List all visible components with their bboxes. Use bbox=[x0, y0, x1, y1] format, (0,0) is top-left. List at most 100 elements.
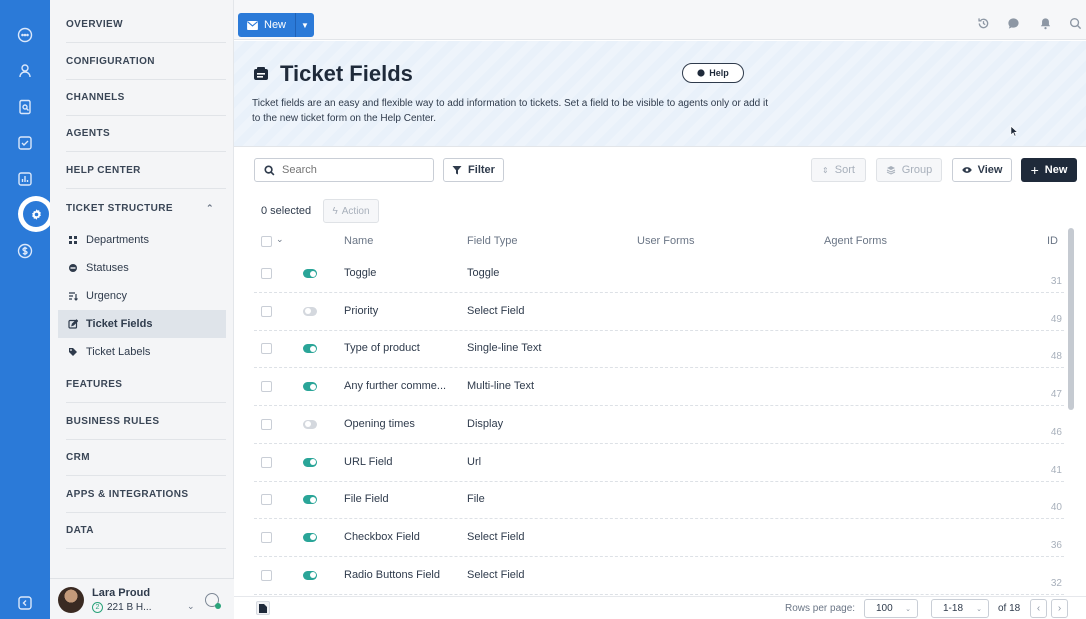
avatar[interactable] bbox=[58, 587, 84, 613]
row-checkbox[interactable] bbox=[261, 494, 272, 506]
row-checkbox[interactable] bbox=[261, 456, 272, 468]
tasks-icon[interactable] bbox=[14, 132, 36, 154]
billing-icon[interactable] bbox=[14, 240, 36, 262]
messages-icon[interactable] bbox=[1006, 16, 1020, 30]
nav-section-overview[interactable]: OVERVIEW bbox=[66, 7, 226, 43]
history-icon[interactable] bbox=[976, 16, 990, 30]
enabled-toggle[interactable] bbox=[303, 495, 317, 505]
field-name[interactable]: File Field bbox=[344, 493, 389, 505]
row-checkbox[interactable] bbox=[261, 268, 272, 279]
row-checkbox[interactable] bbox=[261, 418, 272, 430]
action-button[interactable]: ϟ Action bbox=[323, 199, 379, 223]
table-row[interactable]: Radio Buttons Field Select Field 32 bbox=[254, 557, 1064, 595]
field-type: Select Field bbox=[467, 304, 525, 317]
nav-item-departments[interactable]: Departments bbox=[58, 226, 226, 254]
export-icon[interactable] bbox=[256, 601, 270, 615]
search-input[interactable] bbox=[282, 164, 422, 176]
select-all-checkbox[interactable] bbox=[261, 236, 272, 247]
field-type: Single-line Text bbox=[467, 342, 542, 355]
table-row[interactable]: File Field File 40 bbox=[254, 481, 1064, 520]
search-icon[interactable] bbox=[1068, 16, 1082, 30]
filter-button[interactable]: Filter bbox=[443, 158, 504, 182]
enabled-toggle[interactable] bbox=[303, 532, 317, 542]
nav-section-help-center[interactable]: HELP CENTER bbox=[66, 153, 226, 189]
enabled-toggle[interactable] bbox=[303, 306, 317, 316]
nav-section-channels[interactable]: CHANNELS bbox=[66, 80, 226, 116]
enabled-toggle[interactable] bbox=[303, 382, 317, 392]
nav-section-crm[interactable]: CRM bbox=[66, 440, 226, 476]
table-row[interactable]: Priority Select Field 49 bbox=[254, 293, 1064, 331]
field-name[interactable]: Toggle bbox=[344, 267, 376, 279]
column-id[interactable]: ID bbox=[1047, 235, 1058, 247]
nav-section-business-rules[interactable]: BUSINESS RULES bbox=[66, 404, 226, 440]
new-ticket-main[interactable]: New bbox=[238, 13, 296, 37]
nav-item-ticket-fields[interactable]: Ticket Fields bbox=[58, 310, 226, 338]
enabled-toggle[interactable] bbox=[303, 570, 317, 580]
row-checkbox[interactable] bbox=[261, 381, 272, 393]
help-button[interactable]: Help bbox=[682, 63, 744, 83]
table-row[interactable]: Toggle Toggle 31 bbox=[254, 255, 1064, 293]
enabled-toggle[interactable] bbox=[303, 419, 317, 429]
new-field-button[interactable]: + New bbox=[1021, 158, 1077, 182]
table-scrollbar[interactable] bbox=[1068, 228, 1074, 410]
new-ticket-dropdown[interactable]: ▼ bbox=[296, 13, 314, 37]
sort-button[interactable]: ⇕ Sort bbox=[811, 158, 866, 182]
settings-icon[interactable] bbox=[18, 196, 54, 232]
field-name[interactable]: Radio Buttons Field bbox=[344, 569, 440, 581]
next-page-button[interactable]: › bbox=[1051, 599, 1068, 618]
table-row[interactable]: Checkbox Field Select Field 36 bbox=[254, 519, 1064, 557]
status-icon[interactable] bbox=[205, 593, 221, 609]
rows-per-page-select[interactable]: 100 ⌄ bbox=[864, 599, 918, 618]
row-checkbox[interactable] bbox=[261, 343, 272, 355]
nav-section-apps-integrations[interactable]: APPS & INTEGRATIONS bbox=[66, 477, 226, 513]
user-count-badge: 2 bbox=[92, 602, 103, 613]
analytics-icon[interactable] bbox=[14, 168, 36, 190]
enabled-toggle[interactable] bbox=[303, 269, 317, 278]
nav-item-statuses[interactable]: Statuses bbox=[58, 254, 226, 282]
collapse-icon[interactable] bbox=[14, 592, 36, 614]
field-name[interactable]: URL Field bbox=[344, 456, 393, 468]
nav-section-ticket-structure[interactable]: TICKET STRUCTURE ⌃ bbox=[66, 190, 226, 226]
field-name[interactable]: Any further comme... bbox=[344, 380, 446, 392]
field-name[interactable]: Opening times bbox=[344, 418, 415, 430]
chevron-down-icon[interactable]: ⌄ bbox=[187, 601, 195, 612]
search-field[interactable] bbox=[254, 158, 434, 182]
field-name[interactable]: Priority bbox=[344, 305, 378, 317]
table-row[interactable]: URL Field Url 41 bbox=[254, 444, 1064, 482]
nav-section-data[interactable]: DATA bbox=[66, 513, 226, 549]
nav-section-configuration[interactable]: CONFIGURATION bbox=[66, 44, 226, 80]
reports-icon[interactable] bbox=[14, 96, 36, 118]
field-name[interactable]: Type of product bbox=[344, 342, 420, 354]
row-checkbox[interactable] bbox=[261, 305, 272, 317]
view-button[interactable]: View bbox=[952, 158, 1012, 182]
field-name[interactable]: Checkbox Field bbox=[344, 531, 420, 543]
column-user-forms[interactable]: User Forms bbox=[637, 235, 694, 247]
column-field-type[interactable]: Field Type bbox=[467, 235, 518, 247]
field-type: Select Field bbox=[467, 568, 525, 581]
column-name[interactable]: Name bbox=[344, 235, 373, 247]
chat-icon[interactable] bbox=[14, 24, 36, 46]
user-panel[interactable]: Lara Proud 2 221 B H... ⌄ bbox=[50, 578, 234, 619]
select-all-chevron-icon[interactable]: ⌄ bbox=[276, 234, 284, 245]
help-icon bbox=[697, 69, 705, 77]
group-button[interactable]: Group bbox=[876, 158, 942, 182]
table-row[interactable]: Any further comme... Multi-line Text 47 bbox=[254, 368, 1064, 407]
new-ticket-button[interactable]: New ▼ bbox=[238, 13, 314, 37]
table-row[interactable]: Opening times Display 46 bbox=[254, 406, 1064, 444]
enabled-toggle[interactable] bbox=[303, 457, 317, 467]
row-checkbox[interactable] bbox=[261, 569, 272, 581]
nav-item-urgency[interactable]: Urgency bbox=[58, 282, 226, 310]
page-range-select[interactable]: 1-18 ⌄ bbox=[931, 599, 989, 618]
nav-section-features[interactable]: FEATURES bbox=[66, 367, 226, 403]
nav-section-agents[interactable]: AGENTS bbox=[66, 116, 226, 152]
prev-page-button[interactable]: ‹ bbox=[1030, 599, 1047, 618]
contacts-icon[interactable] bbox=[14, 60, 36, 82]
table-row[interactable]: Type of product Single-line Text 48 bbox=[254, 330, 1064, 369]
field-id: 40 bbox=[1050, 502, 1062, 514]
field-type: Display bbox=[467, 417, 504, 430]
enabled-toggle[interactable] bbox=[303, 344, 317, 354]
nav-item-ticket-labels[interactable]: Ticket Labels bbox=[58, 338, 226, 366]
bell-icon[interactable] bbox=[1038, 16, 1052, 30]
column-agent-forms[interactable]: Agent Forms bbox=[824, 235, 887, 247]
row-checkbox[interactable] bbox=[261, 531, 272, 543]
